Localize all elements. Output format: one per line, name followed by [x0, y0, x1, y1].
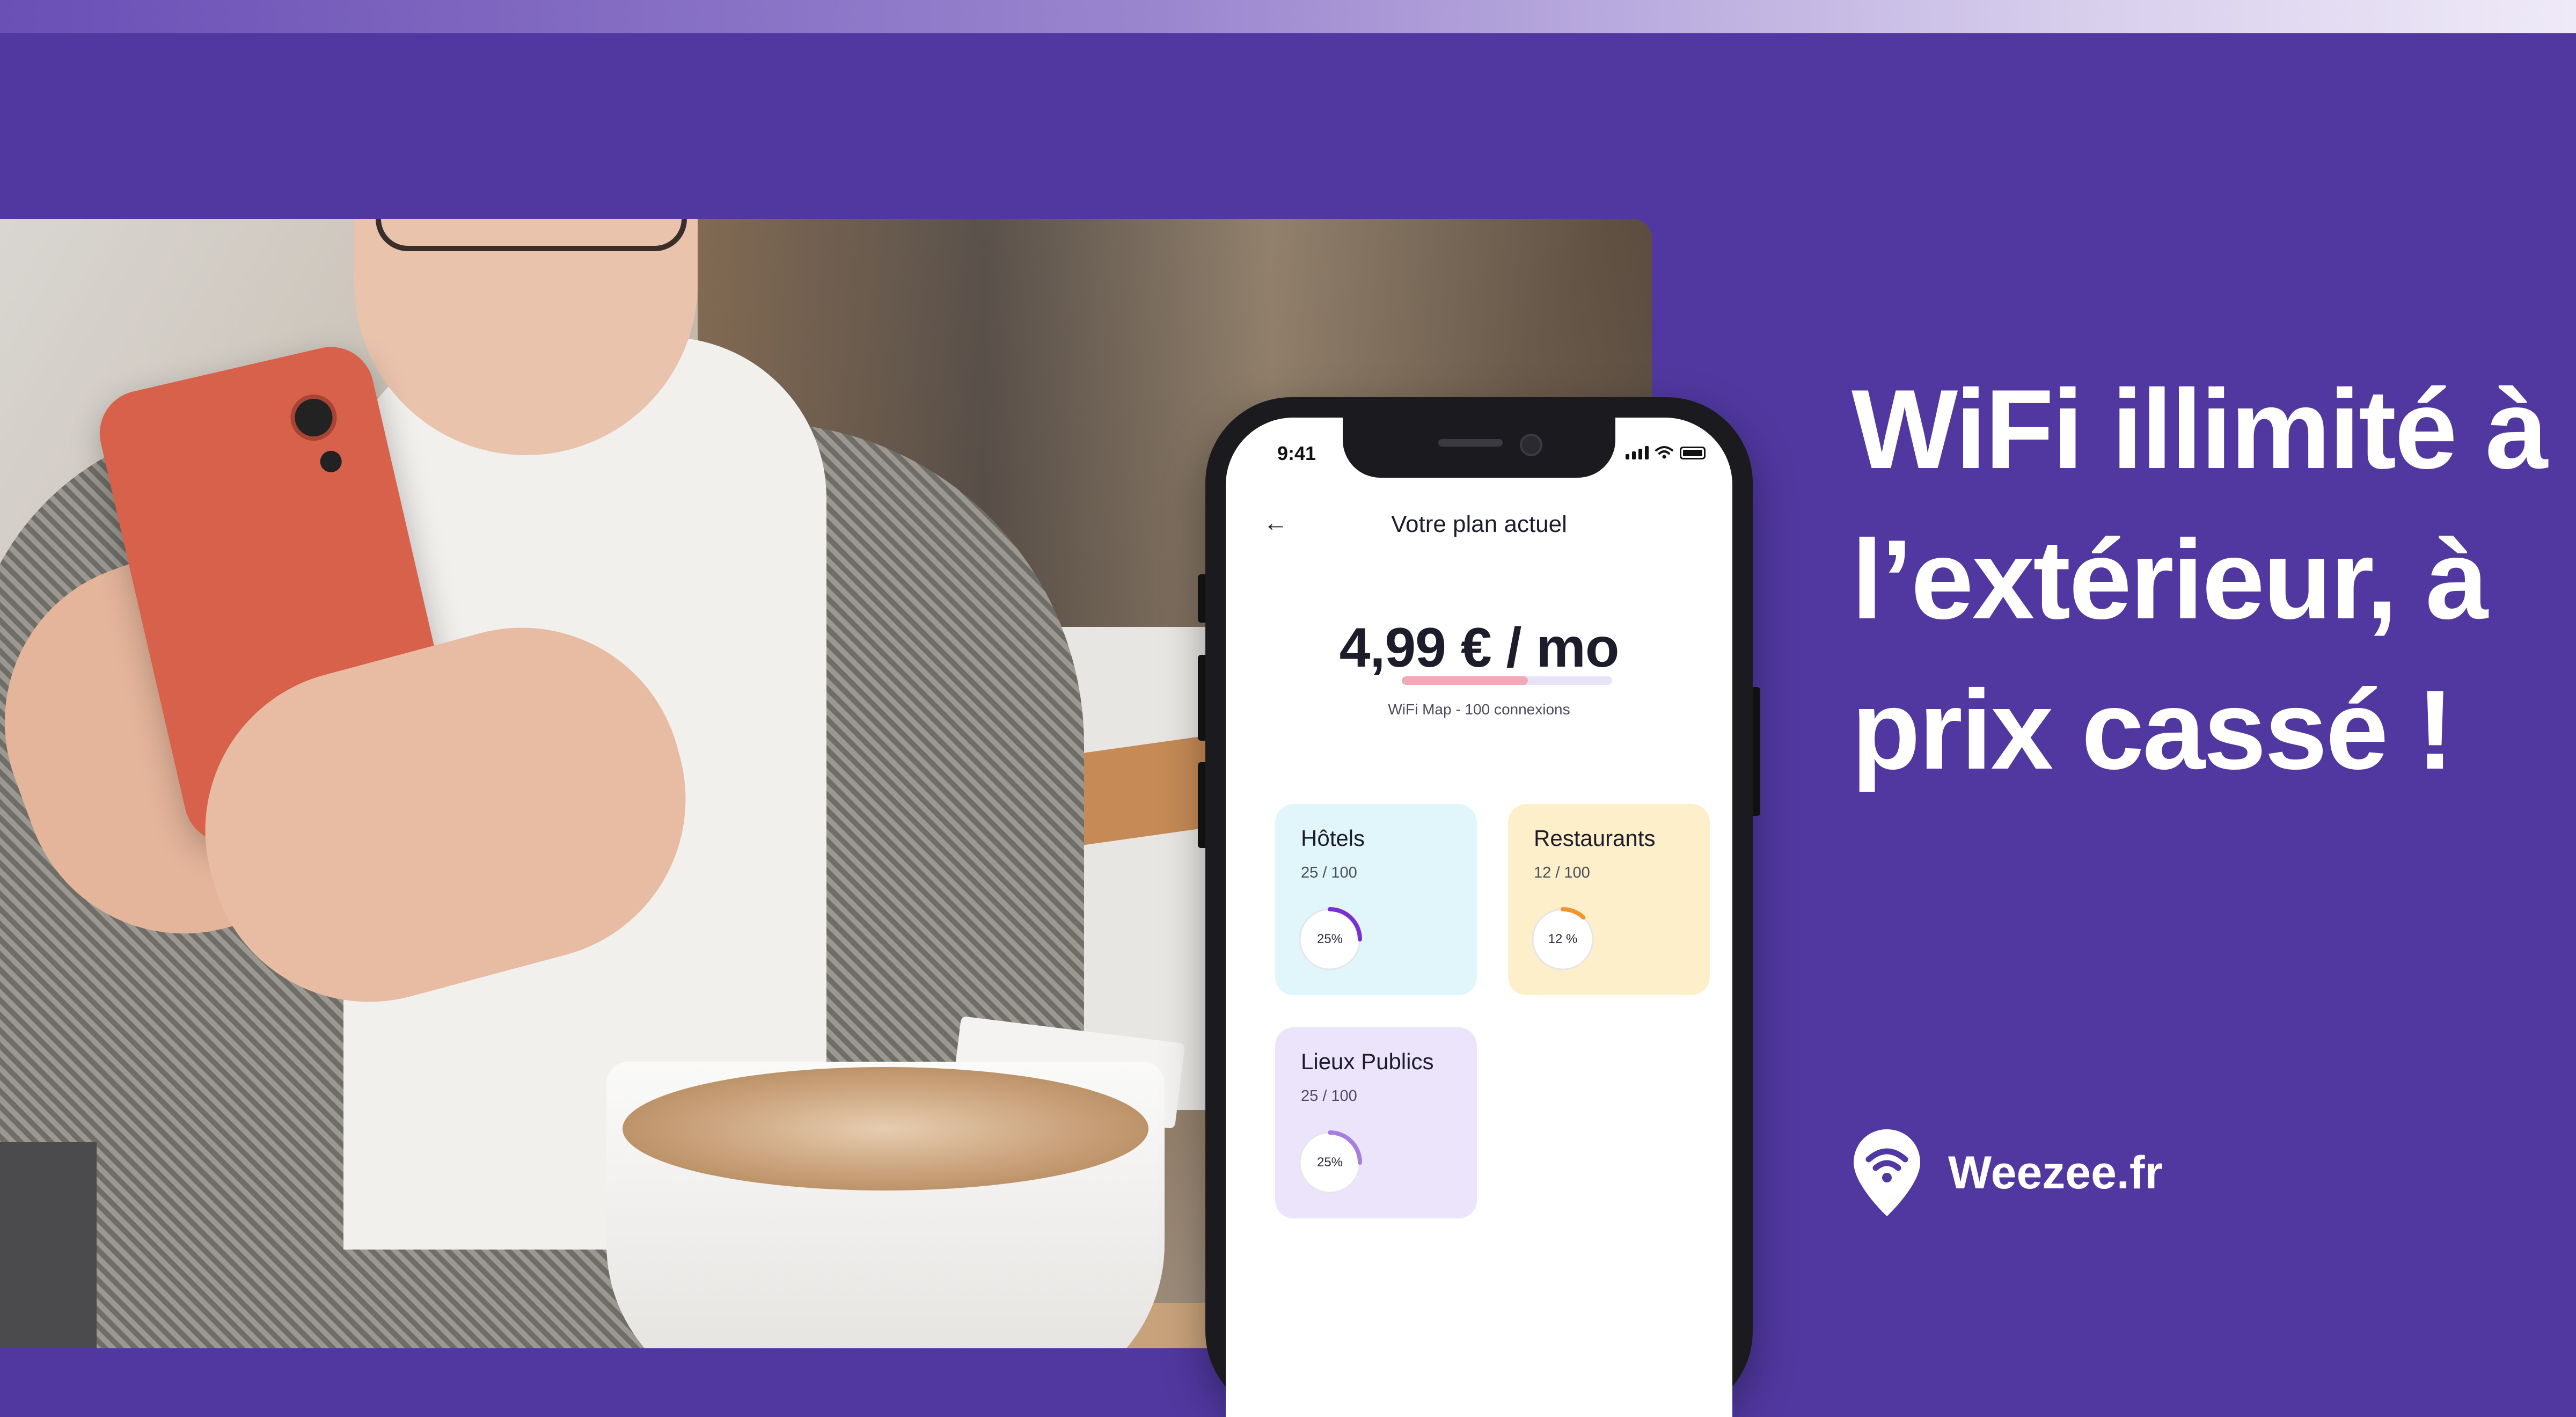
phone-power-button: [1753, 687, 1760, 816]
plan-description: WiFi Map - 100 connexions: [1388, 701, 1570, 718]
wifi-icon: [1655, 446, 1673, 459]
plan-progress-bar: [1402, 676, 1612, 685]
card-title: Restaurants: [1534, 826, 1656, 851]
phone-mockup: 9:41 ← Votre plan actuel 4,99 € / mo WiF…: [1198, 397, 1760, 1417]
card-count: 12 / 100: [1534, 864, 1590, 881]
camera-lens: [286, 390, 341, 445]
usage-card-lieux-publics[interactable]: Lieux Publics 25 / 100 25%: [1275, 1027, 1477, 1218]
screen-title: Votre plan actuel: [1391, 511, 1567, 537]
progress-percent: 25%: [1316, 932, 1343, 946]
screen-header: ← Votre plan actuel: [1226, 503, 1732, 546]
headline-line: l’extérieur, à: [1851, 516, 2489, 642]
top-gradient-bar: [0, 0, 2576, 33]
progress-percent: 12 %: [1548, 932, 1578, 946]
coffee-foam: [623, 1067, 1148, 1190]
front-camera: [1520, 434, 1542, 456]
headline-line: prix cassé !: [1851, 667, 2454, 793]
chair: [0, 1142, 97, 1348]
progress-percent: 25%: [1316, 1155, 1343, 1170]
phone-screen: 9:41 ← Votre plan actuel 4,99 € / mo WiF…: [1226, 418, 1732, 1417]
phone-mute-switch: [1198, 574, 1205, 623]
brand-name: Weezee.fr: [1948, 1146, 2163, 1199]
headline-line: WiFi illimité à: [1851, 366, 2548, 492]
card-count: 25 / 100: [1301, 1087, 1357, 1105]
brand[interactable]: Weezee.fr: [1851, 1127, 2163, 1218]
card-count: 25 / 100: [1301, 864, 1357, 881]
signal-icon: [1626, 446, 1649, 459]
camera-flash: [318, 448, 344, 474]
plan-price: 4,99 € / mo: [1339, 617, 1620, 679]
speaker-grille: [1438, 439, 1503, 447]
plan-progress-fill: [1402, 676, 1528, 685]
card-title: Lieux Publics: [1301, 1049, 1434, 1074]
status-icons: [1626, 445, 1706, 459]
usage-card-hotels[interactable]: Hôtels 25 / 100 25%: [1275, 804, 1477, 995]
usage-card-restaurants[interactable]: Restaurants 12 / 100 12 %: [1508, 804, 1710, 995]
headline: WiFi illimité à l’extérieur, à prix cass…: [1851, 354, 2549, 805]
phone-volume-down: [1198, 762, 1205, 848]
card-title: Hôtels: [1301, 826, 1365, 851]
person-glasses: [376, 219, 687, 251]
status-time: 9:41: [1277, 442, 1316, 464]
wifi-location-pin-icon: [1854, 1129, 1920, 1216]
battery-icon: [1680, 447, 1706, 459]
phone-notch: [1343, 418, 1615, 478]
phone-volume-up: [1198, 655, 1205, 741]
